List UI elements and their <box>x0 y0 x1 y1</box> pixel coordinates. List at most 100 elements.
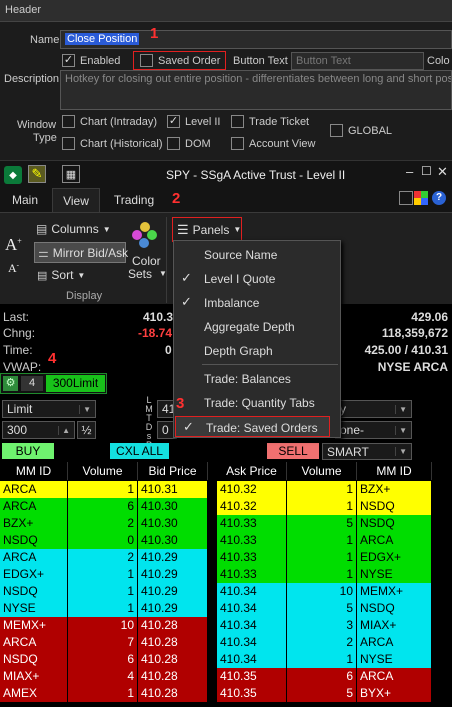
col-header-bid-volume[interactable]: Volume <box>68 462 138 480</box>
check-icon: ✓ <box>62 54 75 67</box>
saved-order-count[interactable]: 4 <box>21 376 43 391</box>
buy-button[interactable]: BUY <box>2 443 54 459</box>
quote-volume: 118,359,672 <box>381 326 448 340</box>
menu-item-depth-graph[interactable]: Depth Graph <box>174 338 340 362</box>
route-type-select[interactable]: one- ▼ <box>335 421 412 439</box>
cell-bid-price: 410.29 <box>138 583 208 600</box>
cell-ask-mmid: ARCA <box>357 668 432 685</box>
help-icon[interactable]: ? <box>432 191 446 205</box>
cell-ask-price: 410.34 <box>217 634 287 651</box>
col-header-ask-volume[interactable]: Volume <box>287 462 357 480</box>
cell-bid-mmid: ARCA <box>0 498 68 515</box>
columns-button[interactable]: ▤ Columns ▼ <box>36 222 111 236</box>
type-chart-historical[interactable]: Chart (Historical) <box>62 137 163 150</box>
table-row[interactable]: MEMX+ 10 410.28 410.34 3 MIAX+ <box>0 617 452 634</box>
col-header-bid-mmid[interactable]: MM ID <box>0 462 68 480</box>
table-row[interactable]: NSDQ 1 410.29 410.34 10 MEMX+ <box>0 583 452 600</box>
tab-main[interactable]: Main <box>4 188 46 212</box>
cell-ask-price: 410.33 <box>217 549 287 566</box>
menu-item-level1-quote[interactable]: ✓ Level I Quote <box>174 266 340 290</box>
description-field[interactable]: Hotkey for closing out entire position -… <box>60 70 452 110</box>
cell-ask-mmid: NYSE <box>357 651 432 668</box>
table-row[interactable]: MIAX+ 4 410.28 410.35 6 ARCA <box>0 668 452 685</box>
close-icon[interactable]: ✕ <box>437 164 448 180</box>
type-global[interactable]: GLOBAL <box>330 124 392 137</box>
tif-select[interactable]: y ▼ <box>335 400 412 418</box>
menu-check-icon: ✓ <box>183 419 194 434</box>
quote-exchange: NYSE ARCA <box>377 360 448 374</box>
type-chart-intraday[interactable]: Chart (Intraday) <box>62 115 157 128</box>
cell-bid-mmid: ARCA <box>0 634 68 651</box>
menu-item-label: Level I Quote <box>204 272 276 286</box>
tab-trading[interactable]: Trading <box>106 188 162 212</box>
table-row[interactable]: ARCA 1 410.31 410.32 1 BZX+ <box>0 481 452 498</box>
cell-ask-price: 410.35 <box>217 668 287 685</box>
name-field[interactable]: Close Position <box>60 30 452 49</box>
route-type-value: one- <box>340 423 365 437</box>
col-header-bid-price[interactable]: Bid Price <box>138 462 208 480</box>
ribbon-tab-bar: Main View Trading 2 ? <box>0 188 452 212</box>
tab-view[interactable]: View <box>52 188 100 212</box>
type-level2[interactable]: ✓ Level II <box>167 115 220 128</box>
table-row[interactable]: AMEX 1 410.28 410.35 5 BYX+ <box>0 685 452 702</box>
type-dom[interactable]: DOM <box>167 137 211 150</box>
ribbon-divider <box>166 217 167 303</box>
gear-icon[interactable]: ⚙ <box>3 376 18 391</box>
sell-button[interactable]: SELL <box>267 443 319 459</box>
cell-ask-volume: 5 <box>287 515 357 532</box>
cell-ask-mmid: EDGX+ <box>357 549 432 566</box>
table-row[interactable]: ARCA 7 410.28 410.34 2 ARCA <box>0 634 452 651</box>
table-row[interactable]: NYSE 1 410.29 410.34 5 NSDQ <box>0 600 452 617</box>
route-value: SMART <box>327 444 369 459</box>
order-type-select[interactable]: Limit ▼ <box>2 400 96 418</box>
color-grid-icon[interactable] <box>414 191 428 205</box>
font-size-down-icon[interactable]: A- <box>8 261 19 276</box>
menu-item-trade-balances[interactable]: Trade: Balances <box>174 366 340 390</box>
mirror-bid-ask-button[interactable]: ⚌ Mirror Bid/Ask <box>34 242 128 263</box>
menu-item-imbalance[interactable]: ✓ Imbalance <box>174 290 340 314</box>
calendar-icon[interactable]: ▦ <box>62 165 80 183</box>
font-size-up-icon[interactable]: A+ <box>5 235 22 255</box>
table-row[interactable]: ARCA 2 410.29 410.33 1 EDGX+ <box>0 549 452 566</box>
col-header-ask-mmid[interactable]: MM ID <box>357 462 432 480</box>
cell-ask-price: 410.34 <box>217 600 287 617</box>
maximize-icon[interactable]: ☐ <box>421 164 432 178</box>
color-sets-icon[interactable] <box>132 222 162 252</box>
layout-icon[interactable] <box>399 191 413 205</box>
menu-item-source-name[interactable]: Source Name <box>174 242 340 266</box>
cell-ask-volume: 1 <box>287 566 357 583</box>
saved-order-300limit[interactable]: 300Limit <box>46 375 105 392</box>
sort-button[interactable]: ▤ Sort ▼ <box>37 268 85 282</box>
type-account-view[interactable]: Account View <box>231 137 315 150</box>
cell-ask-volume: 10 <box>287 583 357 600</box>
cell-bid-price: 410.29 <box>138 600 208 617</box>
annotation-1: 1 <box>150 25 159 42</box>
panels-button[interactable]: ☰ Panels ▼ <box>172 217 242 242</box>
dropdown-arrow-icon: ▼ <box>395 404 407 414</box>
table-row[interactable]: EDGX+ 1 410.29 410.33 1 NYSE <box>0 566 452 583</box>
color-sets-label: Color <box>132 254 161 268</box>
button-text-input[interactable]: Button Text <box>291 52 424 70</box>
quantity-input[interactable]: 300 ▲ <box>2 421 75 439</box>
fraction-button[interactable]: ½ <box>77 421 96 439</box>
cancel-all-button[interactable]: CXL ALL <box>110 443 169 459</box>
dropdown-arrow-icon: ▼ <box>102 224 111 234</box>
enabled-checkbox[interactable]: ✓ Enabled <box>62 54 120 67</box>
menu-item-label: Imbalance <box>204 296 260 310</box>
menu-item-trade-saved-orders[interactable]: ✓ Trade: Saved Orders <box>175 416 330 437</box>
table-row[interactable]: BZX+ 2 410.30 410.33 5 NSDQ <box>0 515 452 532</box>
minimize-icon[interactable]: – <box>406 164 413 179</box>
checkbox-empty-icon <box>167 137 180 150</box>
table-row[interactable]: NSDQ 0 410.30 410.33 1 ARCA <box>0 532 452 549</box>
cell-ask-mmid: NSDQ <box>357 498 432 515</box>
table-row[interactable]: NSDQ 6 410.28 410.34 1 NYSE <box>0 651 452 668</box>
link-pin-icon[interactable]: ✎ <box>28 165 46 183</box>
saved-order-checkbox[interactable]: Saved Order <box>133 51 226 70</box>
checkbox-empty-icon <box>62 115 75 128</box>
type-trade-ticket[interactable]: Trade Ticket <box>231 115 309 128</box>
table-row[interactable]: ARCA 6 410.30 410.32 1 NSDQ <box>0 498 452 515</box>
col-header-ask-price[interactable]: Ask Price <box>217 462 287 480</box>
menu-item-aggregate-depth[interactable]: Aggregate Depth <box>174 314 340 338</box>
route-select[interactable]: SMART ▼ <box>322 443 412 460</box>
menu-item-trade-quantity-tabs[interactable]: Trade: Quantity Tabs <box>174 390 340 414</box>
